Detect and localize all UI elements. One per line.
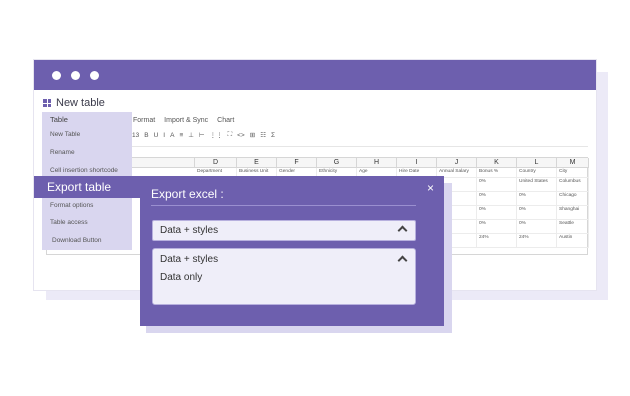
export-format-select[interactable]: Data + styles — [152, 220, 416, 241]
menu-item-rename[interactable]: Rename — [50, 149, 75, 156]
table-cell[interactable]: 0% — [477, 178, 517, 192]
header-cell[interactable]: Bonus % — [477, 168, 517, 178]
column-header[interactable]: F — [277, 158, 317, 168]
font-size-select[interactable]: 13 — [132, 132, 139, 139]
option-data-styles[interactable]: Data + styles — [160, 254, 218, 265]
dialog-title: Export excel : — [151, 187, 224, 201]
table-cell[interactable]: 24% — [517, 234, 557, 248]
fullscreen-icon[interactable]: ⛶ — [228, 131, 233, 139]
menu-item-format-options[interactable]: Format options — [50, 202, 93, 209]
align-icon[interactable]: ≡ — [179, 132, 183, 139]
valign-icon[interactable]: ⊥ — [188, 131, 194, 139]
code-icon[interactable]: <> — [237, 132, 245, 139]
table-cell[interactable]: United States — [517, 178, 557, 192]
column-header[interactable]: I — [397, 158, 437, 168]
menubar: Format Import & Sync Chart — [133, 117, 234, 124]
table-cell[interactable]: 0% — [477, 220, 517, 234]
titlebar — [34, 60, 596, 90]
table-menu-title: Table — [50, 115, 68, 124]
table-cell[interactable]: Austin — [557, 234, 589, 248]
borders-icon[interactable]: ⊞ — [250, 131, 255, 139]
table-cell[interactable]: 0% — [477, 206, 517, 220]
menu-import-sync[interactable]: Import & Sync — [164, 117, 208, 124]
table-cell[interactable]: Chicago — [557, 192, 589, 206]
table-cell[interactable]: 0% — [477, 192, 517, 206]
sum-icon[interactable]: Σ — [271, 132, 275, 139]
window-dot-icon[interactable] — [52, 70, 61, 80]
column-header[interactable]: L — [517, 158, 557, 168]
chevron-up-icon[interactable] — [397, 225, 408, 236]
header-cell[interactable]: Country — [517, 168, 557, 178]
table-cell[interactable]: Seattle — [557, 220, 589, 234]
table-cell[interactable]: 24% — [477, 234, 517, 248]
table-cell[interactable]: 0% — [517, 192, 557, 206]
column-header[interactable]: G — [317, 158, 357, 168]
export-excel-dialog: Export excel : × Data + styles Data + st… — [140, 176, 444, 326]
option-data-only[interactable]: Data only — [160, 272, 202, 283]
menu-chart[interactable]: Chart — [217, 117, 234, 124]
toolbar: 13 B U I A ≡ ⊥ ⊢ ⋮⋮ ⛶ <> ⊞ ☷ Σ — [132, 131, 275, 139]
window-dot-icon[interactable] — [90, 70, 99, 80]
table-cell[interactable]: 0% — [517, 206, 557, 220]
table-grid-icon — [43, 99, 51, 107]
column-header[interactable]: K — [477, 158, 517, 168]
column-header[interactable]: D — [195, 158, 237, 168]
text-color-icon[interactable]: A — [170, 132, 174, 139]
close-icon[interactable]: × — [427, 181, 434, 195]
table-cell[interactable]: 0% — [517, 220, 557, 234]
table-cell[interactable]: Shanghai — [557, 206, 589, 220]
menu-format[interactable]: Format — [133, 117, 155, 124]
column-header[interactable]: E — [237, 158, 277, 168]
document-title-text: New table — [56, 97, 105, 109]
column-header[interactable]: M — [557, 158, 589, 168]
filter-icon[interactable]: ☷ — [260, 131, 266, 139]
italic-icon[interactable]: I — [163, 132, 165, 139]
window-dot-icon[interactable] — [71, 70, 80, 80]
indent-icon[interactable]: ⊢ — [199, 131, 205, 139]
stage: New table Format Import & Sync Chart 13 … — [0, 0, 630, 396]
header-cell[interactable]: City — [557, 168, 589, 178]
table-cell[interactable]: Columbus — [557, 178, 589, 192]
menu-item-export-table[interactable]: Export table — [34, 176, 140, 198]
menu-item-download-button[interactable]: Download Button — [52, 237, 102, 244]
chevron-up-icon[interactable] — [397, 255, 408, 266]
menu-item-new-table[interactable]: New Table — [50, 131, 80, 138]
document-title: New table — [43, 97, 105, 109]
menu-item-table-access[interactable]: Table access — [50, 219, 88, 226]
menu-item-cell-insertion-shortcode[interactable]: Cell insertion shortcode — [50, 167, 118, 174]
export-format-value: Data + styles — [160, 225, 219, 236]
column-header[interactable]: H — [357, 158, 397, 168]
column-header[interactable]: J — [437, 158, 477, 168]
columns-icon[interactable]: ⋮⋮ — [210, 131, 223, 139]
export-format-dropdown: Data + styles Data only — [152, 248, 416, 305]
underline-icon[interactable]: U — [154, 132, 159, 139]
dialog-divider — [151, 205, 416, 206]
bold-icon[interactable]: B — [144, 132, 148, 139]
